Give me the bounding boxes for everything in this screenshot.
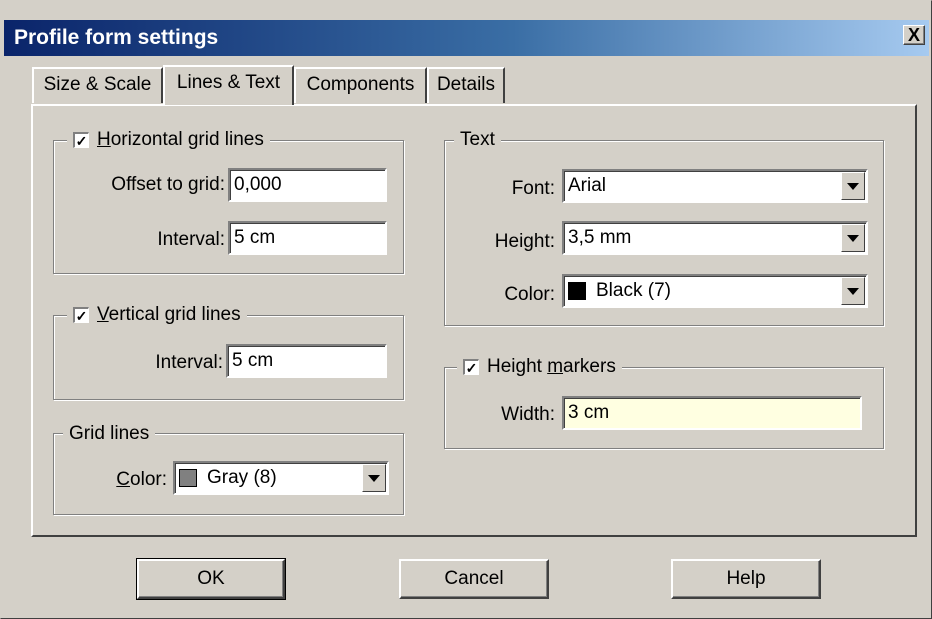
height-markers-legend[interactable]: ✓ Height markers bbox=[457, 355, 622, 379]
horizontal-grid-legend[interactable]: ✓ Horizontal grid lines bbox=[67, 128, 270, 152]
offset-to-grid-label: Offset to grid: bbox=[111, 174, 225, 195]
dropdown-arrow-icon[interactable] bbox=[841, 277, 865, 305]
marker-width-label: Width: bbox=[501, 404, 555, 425]
height-markers-label: Height markers bbox=[487, 356, 616, 377]
tab-components[interactable]: Components bbox=[294, 67, 427, 103]
height-markers-checkbox[interactable]: ✓ bbox=[463, 359, 479, 375]
tab-lines-text[interactable]: Lines & Text bbox=[163, 65, 294, 105]
vertical-grid-label: Vertical grid lines bbox=[97, 304, 241, 325]
help-button[interactable]: Help bbox=[671, 559, 821, 599]
checkmark-icon: ✓ bbox=[75, 307, 88, 324]
text-color-label: Color: bbox=[504, 284, 555, 305]
ok-button[interactable]: OK bbox=[136, 558, 286, 600]
dropdown-arrow-icon[interactable] bbox=[841, 172, 865, 200]
window-title: Profile form settings bbox=[14, 26, 219, 49]
dialog-window: Profile form settings X Size & Scale Lin… bbox=[0, 0, 932, 619]
grid-lines-legend: Grid lines bbox=[63, 422, 156, 446]
tab-size-scale[interactable]: Size & Scale bbox=[32, 67, 163, 103]
dropdown-arrow-icon[interactable] bbox=[841, 224, 865, 252]
black-swatch-icon bbox=[568, 282, 586, 300]
title-bar[interactable]: Profile form settings X bbox=[4, 20, 929, 56]
tab-label: Lines & Text bbox=[176, 72, 281, 93]
text-color-select[interactable]: Black (7) bbox=[562, 274, 868, 308]
gray-swatch-icon bbox=[179, 469, 197, 487]
font-label: Font: bbox=[511, 178, 555, 199]
marker-width-input[interactable]: 3 cm bbox=[562, 396, 862, 430]
text-legend: Text bbox=[454, 128, 501, 152]
vertical-grid-legend[interactable]: ✓ Vertical grid lines bbox=[67, 303, 247, 327]
tab-label: Size & Scale bbox=[43, 74, 152, 95]
vertical-interval-label: Interval: bbox=[155, 352, 223, 373]
vertical-grid-checkbox[interactable]: ✓ bbox=[73, 307, 89, 323]
dropdown-arrow-icon[interactable] bbox=[362, 464, 386, 492]
horizontal-grid-label: Horizontal grid lines bbox=[97, 129, 264, 150]
grid-color-label: Color: bbox=[116, 469, 167, 490]
close-button[interactable]: X bbox=[903, 25, 925, 45]
horizontal-interval-label: Interval: bbox=[157, 229, 225, 250]
offset-to-grid-input[interactable]: 0,000 bbox=[228, 168, 387, 202]
tab-label: Details bbox=[436, 74, 496, 95]
horizontal-interval-input[interactable]: 5 cm bbox=[228, 221, 387, 255]
text-height-label: Height: bbox=[494, 231, 555, 252]
text-height-select[interactable]: 3,5 mm bbox=[562, 221, 868, 255]
horizontal-grid-checkbox[interactable]: ✓ bbox=[73, 132, 89, 148]
tab-details[interactable]: Details bbox=[427, 67, 505, 103]
close-icon: X bbox=[907, 25, 920, 45]
checkmark-icon: ✓ bbox=[75, 132, 88, 149]
font-select[interactable]: Arial bbox=[562, 169, 868, 203]
tab-label: Components bbox=[306, 74, 415, 95]
checkmark-icon: ✓ bbox=[465, 359, 478, 376]
vertical-interval-input[interactable]: 5 cm bbox=[226, 344, 387, 378]
grid-color-select[interactable]: Gray (8) bbox=[173, 461, 389, 495]
cancel-button[interactable]: Cancel bbox=[399, 559, 549, 599]
